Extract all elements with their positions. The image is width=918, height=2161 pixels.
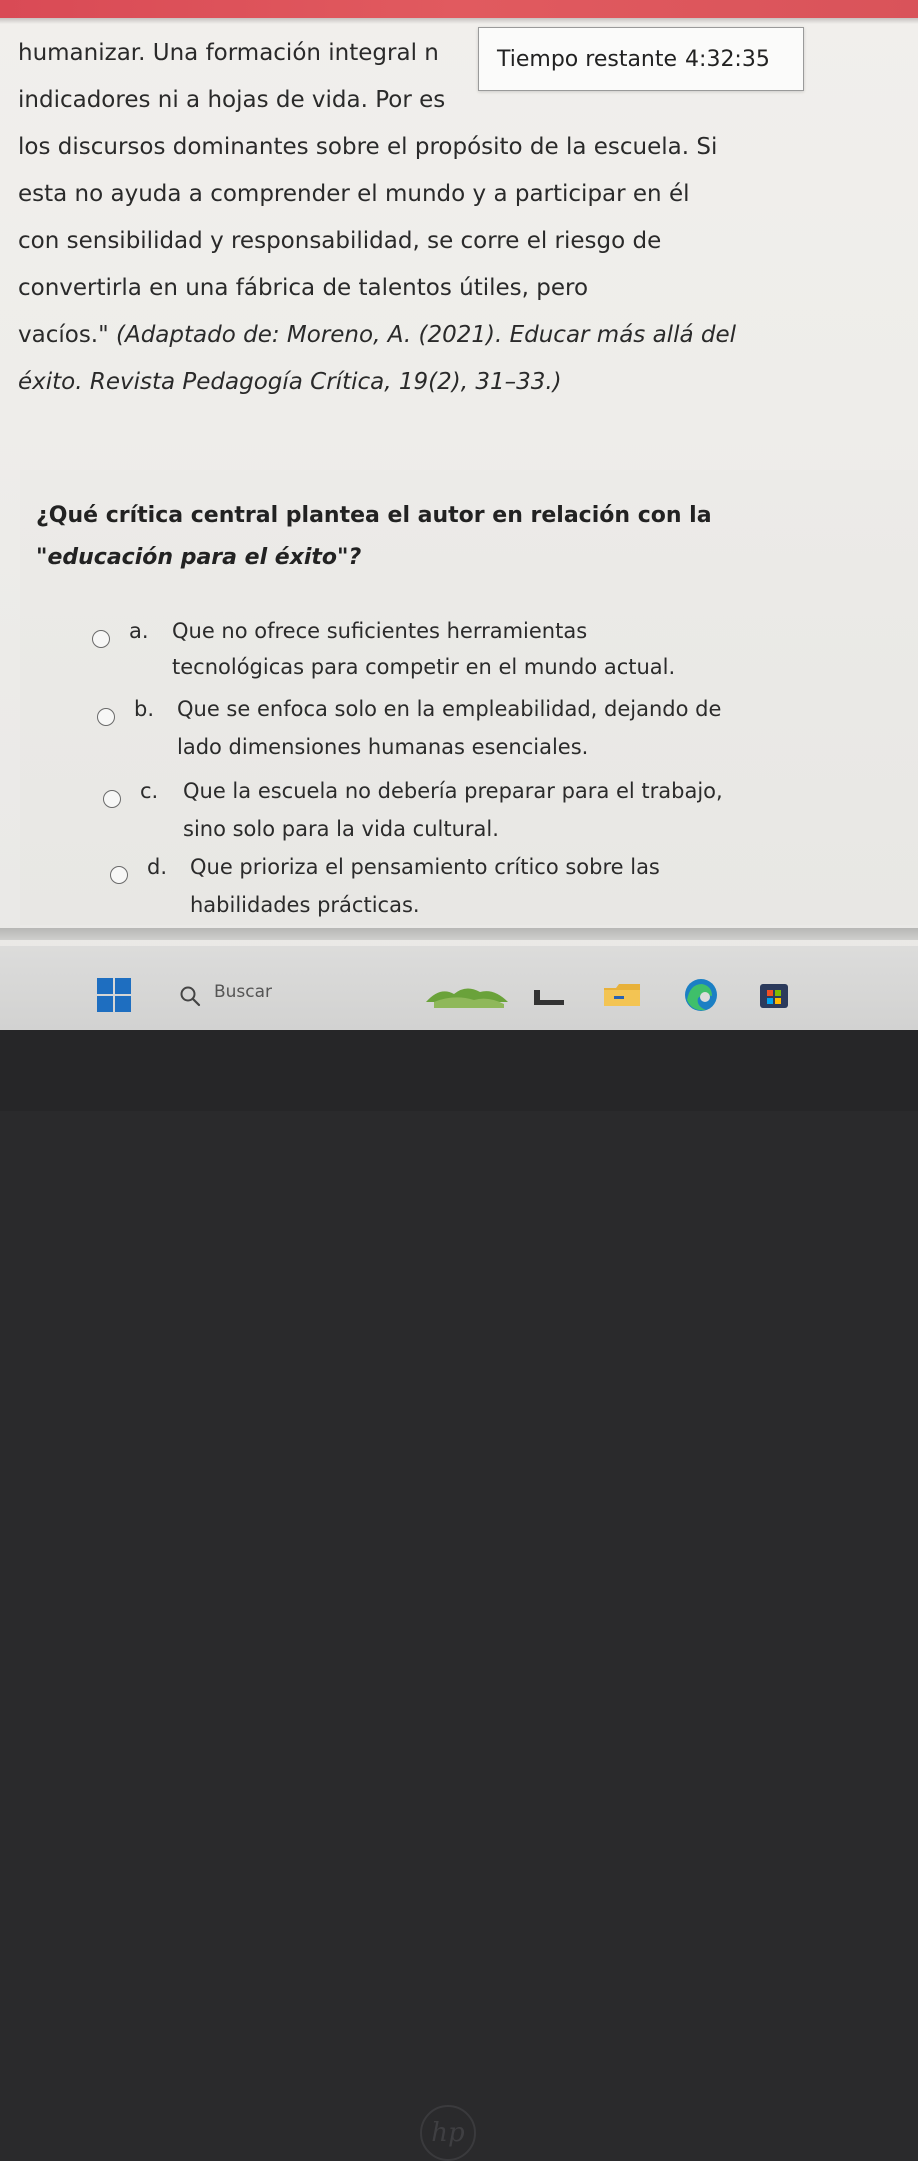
option-text: sino solo para la vida cultural. bbox=[183, 817, 499, 841]
widget-landscape-icon[interactable] bbox=[424, 980, 510, 1010]
taskbar-search-box[interactable]: Buscar bbox=[170, 980, 390, 1010]
option-letter: b. bbox=[134, 697, 155, 721]
option-letter: a. bbox=[129, 619, 149, 643]
passage-line: convertirla en una fábrica de talentos ú… bbox=[18, 275, 589, 301]
question-text: ¿Qué crítica central plantea el autor en… bbox=[36, 495, 856, 579]
time-remaining-box: Tiempo restante 4:32:35 bbox=[478, 27, 804, 91]
radio-button-d[interactable] bbox=[110, 866, 128, 884]
passage-line: con sensibilidad y responsabilidad, se c… bbox=[18, 228, 662, 254]
passage-citation: éxito. Revista Pedagogía Crítica, 19(2),… bbox=[18, 369, 562, 395]
timer-label: Tiempo restante bbox=[497, 46, 678, 72]
store-icon[interactable] bbox=[758, 980, 790, 1010]
radio-button-a[interactable] bbox=[92, 630, 110, 648]
passage-text: vacíos." bbox=[18, 322, 116, 348]
radio-button-c[interactable] bbox=[103, 790, 121, 808]
search-placeholder: Buscar bbox=[214, 982, 273, 1002]
answer-option-b[interactable]: b. Que se enfoca solo en la empleabilida… bbox=[97, 690, 857, 770]
file-explorer-icon[interactable] bbox=[532, 988, 566, 1008]
passage-citation: (Adaptado de: Moreno, A. (2021). Educar … bbox=[116, 322, 737, 348]
timer-value: 4:32:35 bbox=[685, 46, 770, 72]
option-text: Que no ofrece suficientes herramientas bbox=[172, 619, 588, 643]
passage-line: esta no ayuda a comprender el mundo y a … bbox=[18, 181, 690, 207]
radio-button-b[interactable] bbox=[97, 708, 115, 726]
option-text: habilidades prácticas. bbox=[190, 893, 420, 917]
laptop-bezel: hp bbox=[0, 1030, 918, 2161]
folder-icon[interactable] bbox=[602, 982, 642, 1008]
option-text: lado dimensiones humanas esenciales. bbox=[177, 735, 589, 759]
option-text: Que se enfoca solo en la empleabilidad, … bbox=[177, 697, 722, 721]
option-text: tecnológicas para competir en el mundo a… bbox=[172, 655, 676, 679]
top-header-strip bbox=[0, 0, 918, 18]
option-text: Que la escuela no debería preparar para … bbox=[183, 779, 723, 803]
answer-option-c[interactable]: c. Que la escuela no debería preparar pa… bbox=[103, 772, 863, 852]
page-bottom-edge bbox=[0, 928, 918, 940]
question-line: ¿Qué crítica central plantea el autor en… bbox=[36, 503, 712, 528]
windows-start-icon[interactable] bbox=[97, 978, 131, 1012]
option-letter: c. bbox=[140, 779, 159, 803]
laptop-brand-logo: hp bbox=[420, 2105, 476, 2161]
answer-option-a[interactable]: a. Que no ofrece suficientes herramienta… bbox=[92, 612, 852, 692]
search-icon bbox=[180, 986, 201, 1007]
answer-option-d[interactable]: d. Que prioriza el pensamiento crítico s… bbox=[110, 848, 870, 928]
passage-line: vacíos." (Adaptado de: Moreno, A. (2021)… bbox=[18, 312, 878, 359]
question-line: "educación para el éxito"? bbox=[36, 545, 362, 570]
browser-viewport: humanizar. Una formación integral n indi… bbox=[0, 0, 918, 1030]
passage-line: los discursos dominantes sobre el propós… bbox=[18, 134, 718, 160]
edge-browser-icon[interactable] bbox=[682, 976, 720, 1014]
option-letter: d. bbox=[147, 855, 168, 879]
option-text: Que prioriza el pensamiento crítico sobr… bbox=[190, 855, 660, 879]
